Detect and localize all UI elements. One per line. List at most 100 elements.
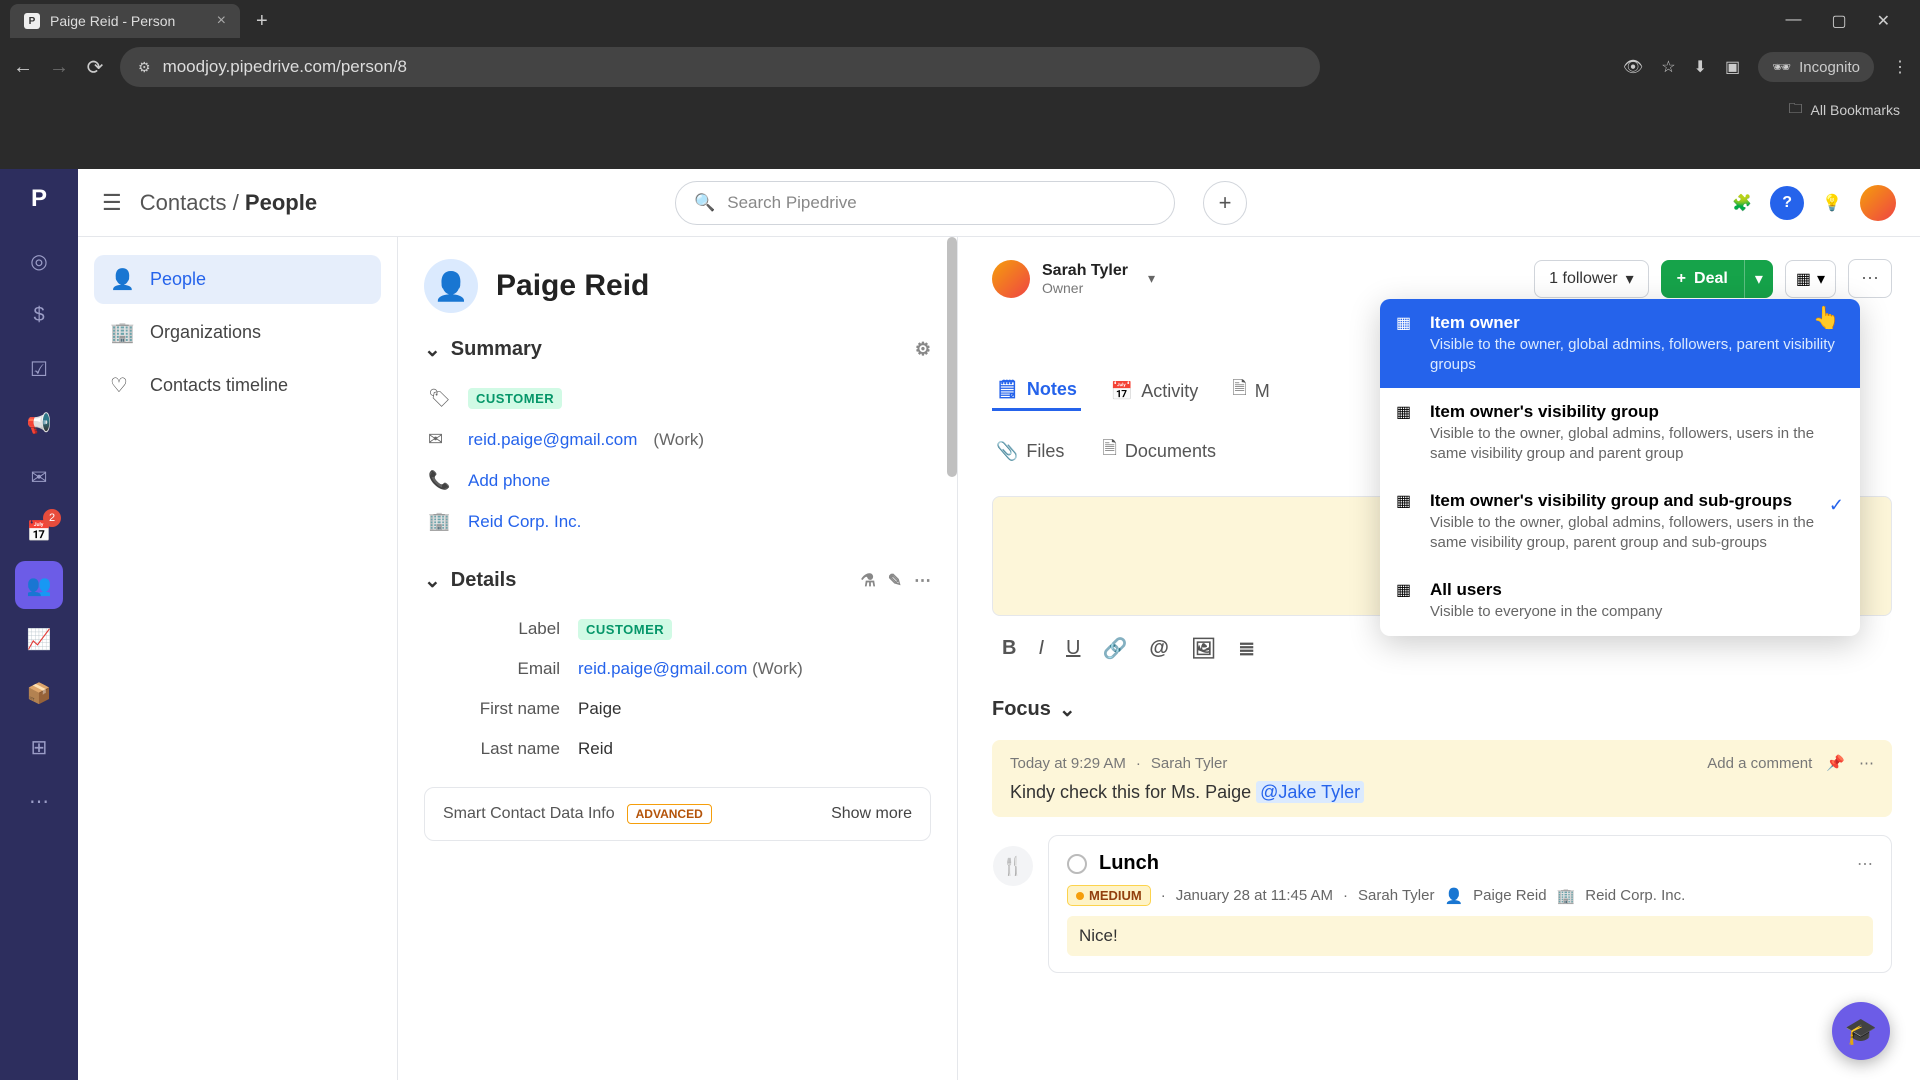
activity-contact[interactable]: Paige Reid	[1473, 887, 1546, 904]
url-input[interactable]: ⚙ moodjoy.pipedrive.com/person/8	[120, 47, 1320, 87]
rail-target-icon[interactable]: ◎	[15, 237, 63, 285]
reload-icon[interactable]: ⟳	[84, 55, 106, 80]
owner-chip[interactable]: Sarah Tyler Owner	[992, 260, 1128, 298]
deal-dropdown-button[interactable]: ▾	[1744, 260, 1773, 298]
activity-card: 🍴 Lunch ⋯ MEDIUM · January 28 at 11:45 A…	[1048, 835, 1892, 973]
search-icon: 🔍	[694, 193, 715, 213]
rail-deals-icon[interactable]: $	[15, 291, 63, 339]
visibility-option-all-users[interactable]: ▦ All users Visible to everyone in the c…	[1380, 566, 1860, 636]
search-input[interactable]: 🔍 Search Pipedrive	[675, 181, 1175, 225]
rail-campaigns-icon[interactable]: 📢	[15, 399, 63, 447]
more-button[interactable]: ⋯	[1848, 259, 1892, 298]
summary-header[interactable]: ⌄ Summary ⚙	[424, 337, 931, 362]
help-icon[interactable]: ?	[1770, 186, 1804, 220]
filter-icon[interactable]: ⚗	[861, 571, 876, 591]
details-grid: Label CUSTOMER Email reid.paige@gmail.co…	[424, 609, 931, 769]
breadcrumb-root[interactable]: Contacts	[140, 190, 227, 215]
edit-icon[interactable]: ✎	[888, 571, 902, 591]
tag-icon: 🏷	[428, 388, 452, 409]
extensions-icon[interactable]: 🧩	[1732, 193, 1752, 213]
email-link[interactable]: reid.paige@gmail.com	[468, 430, 637, 450]
tab-files[interactable]: 📎 Files	[992, 428, 1068, 474]
url-bar: ← → ⟳ ⚙ moodjoy.pipedrive.com/person/8 👁…	[0, 42, 1920, 92]
hamburger-icon[interactable]: ☰	[102, 190, 122, 216]
grid-icon: ▦	[1396, 402, 1411, 422]
phone-row[interactable]: 📞 Add phone	[424, 460, 931, 501]
advanced-badge: ADVANCED	[627, 804, 712, 824]
visibility-option-subgroups[interactable]: ▦ Item owner's visibility group and sub-…	[1380, 477, 1860, 566]
note-meta: Today at 9:29 AM · Sarah Tyler Add a com…	[1010, 754, 1874, 772]
italic-button[interactable]: I	[1038, 637, 1044, 660]
visibility-option-item-owner[interactable]: ▦ Item owner Visible to the owner, globa…	[1380, 299, 1860, 388]
rail-calendar-icon[interactable]: 📅2	[15, 507, 63, 555]
add-comment-button[interactable]: Add a comment	[1707, 755, 1812, 772]
bold-button[interactable]: B	[1002, 637, 1016, 660]
panel-icon[interactable]: ▣	[1725, 57, 1740, 77]
eye-off-icon[interactable]: 👁	[1623, 57, 1643, 77]
vis-title: Item owner	[1430, 313, 1842, 333]
add-phone-link[interactable]: Add phone	[468, 471, 550, 491]
org-link[interactable]: Reid Corp. Inc.	[468, 512, 581, 532]
list-button[interactable]: ≣	[1238, 636, 1255, 661]
activity-org[interactable]: Reid Corp. Inc.	[1585, 887, 1685, 904]
chevron-down-icon[interactable]: ▾	[1140, 270, 1163, 287]
user-avatar[interactable]	[1860, 185, 1896, 221]
all-bookmarks-label[interactable]: All Bookmarks	[1811, 102, 1900, 118]
details-header[interactable]: ⌄ Details ⚗ ✎ ⋯	[424, 568, 931, 593]
link-button[interactable]: 🔗	[1102, 636, 1127, 661]
add-button[interactable]: +	[1203, 181, 1247, 225]
rail-products-icon[interactable]: 📦	[15, 669, 63, 717]
rail-more-icon[interactable]: ⋯	[15, 777, 63, 825]
nav-item-timeline[interactable]: ♡ Contacts timeline	[94, 361, 381, 410]
browser-menu-icon[interactable]: ⋮	[1892, 57, 1908, 77]
help-fab[interactable]: 🎓	[1832, 1002, 1890, 1060]
rail-contacts-icon[interactable]: 👥	[15, 561, 63, 609]
deal-button[interactable]: + Deal	[1661, 260, 1744, 298]
close-window-icon[interactable]: ✕	[1877, 11, 1890, 31]
download-icon[interactable]: ⬇	[1694, 57, 1707, 77]
grid-icon: ▦	[1396, 313, 1411, 333]
tab-activity[interactable]: 📅 Activity	[1107, 373, 1202, 410]
tab-m[interactable]: 🗎 M	[1228, 368, 1273, 414]
close-icon[interactable]: ×	[217, 12, 226, 30]
more-icon[interactable]: ⋯	[914, 571, 931, 591]
rail-tasks-icon[interactable]: ☑	[15, 345, 63, 393]
image-button[interactable]: 🖼	[1191, 636, 1216, 661]
site-settings-icon[interactable]: ⚙	[138, 59, 151, 76]
visibility-button[interactable]: ▦ ▾	[1785, 260, 1836, 298]
show-more-button[interactable]: Show more	[831, 805, 912, 823]
pipedrive-logo[interactable]: P	[17, 177, 61, 221]
nav-item-people[interactable]: 👤 People	[94, 255, 381, 304]
star-icon[interactable]: ☆	[1661, 57, 1675, 77]
tab-documents[interactable]: 🗎 Documents	[1098, 428, 1220, 474]
pin-off-icon[interactable]: 📌	[1826, 754, 1845, 772]
followers-button[interactable]: 1 follower ▾	[1534, 260, 1649, 298]
email-link[interactable]: reid.paige@gmail.com	[578, 659, 747, 678]
rail-mail-icon[interactable]: ✉	[15, 453, 63, 501]
incognito-icon: 🕶	[1772, 58, 1791, 76]
minimize-icon[interactable]: —	[1785, 11, 1801, 31]
back-icon[interactable]: ←	[12, 56, 34, 79]
focus-header[interactable]: Focus ⌄	[992, 697, 1892, 722]
underline-button[interactable]: U	[1066, 637, 1080, 660]
mention-button[interactable]: @	[1149, 637, 1169, 660]
activity-done-checkbox[interactable]	[1067, 854, 1087, 874]
rail-insights-icon[interactable]: 📈	[15, 615, 63, 663]
visibility-option-group[interactable]: ▦ Item owner's visibility group Visible …	[1380, 388, 1860, 477]
mail-icon: ✉	[428, 429, 452, 450]
nav-item-organizations[interactable]: 🏢 Organizations	[94, 308, 381, 357]
nav-label: Contacts timeline	[150, 375, 288, 396]
tab-notes[interactable]: 🗒 Notes	[992, 371, 1081, 411]
lightbulb-icon[interactable]: 💡	[1822, 193, 1842, 213]
new-tab-button[interactable]: +	[248, 10, 276, 33]
mention[interactable]: @Jake Tyler	[1256, 781, 1364, 803]
browser-tab[interactable]: P Paige Reid - Person ×	[10, 4, 240, 38]
rail-marketplace-icon[interactable]: ⊞	[15, 723, 63, 771]
more-icon[interactable]: ⋯	[1857, 854, 1873, 874]
more-icon[interactable]: ⋯	[1859, 754, 1874, 772]
forward-icon[interactable]: →	[48, 56, 70, 79]
maximize-icon[interactable]: ▢	[1831, 11, 1846, 31]
content-row: 👤 People 🏢 Organizations ♡ Contacts time…	[78, 237, 1920, 1080]
scrollbar[interactable]	[947, 237, 957, 477]
gear-icon[interactable]: ⚙	[915, 339, 931, 360]
